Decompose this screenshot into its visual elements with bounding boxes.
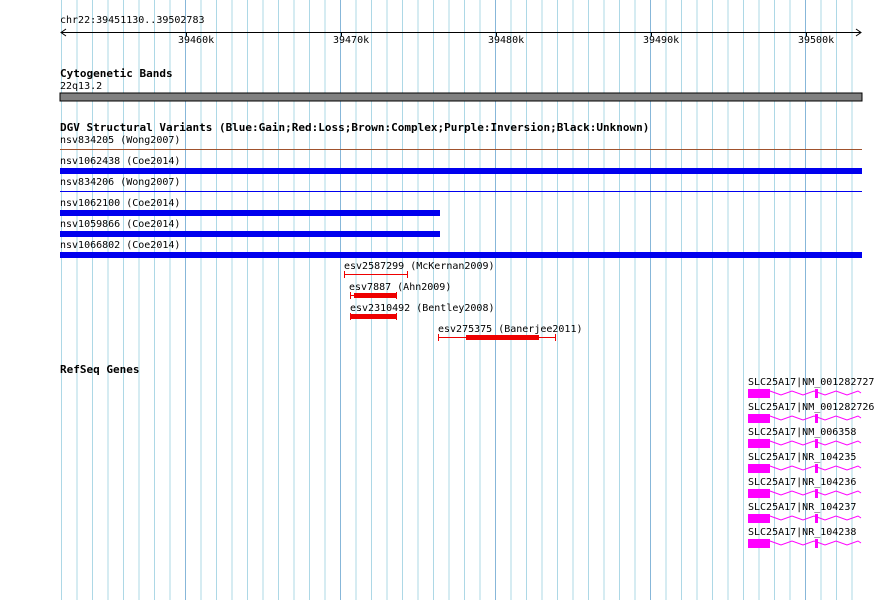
variant-bar-loss: [354, 293, 396, 298]
genome-browser-view: chr22:39451130..39502783 39460k 39470k 3…: [0, 0, 890, 600]
exon-block: [748, 539, 770, 548]
exon-block: [815, 414, 818, 423]
exon-block: [748, 389, 770, 398]
exon-block: [815, 439, 818, 448]
variant-bar-loss: [466, 335, 539, 340]
exon-block: [815, 514, 818, 523]
exon-block: [815, 389, 818, 398]
exon-block: [748, 489, 770, 498]
variant-bar-loss: [351, 314, 396, 319]
exon-block: [815, 539, 818, 548]
exon-block: [815, 464, 818, 473]
variant-bar-gain: [60, 252, 862, 258]
exon-block: [748, 439, 770, 448]
variant-bar-gain: [60, 168, 862, 174]
variant-bar-gain: [60, 210, 440, 216]
variant-bar-gain: [60, 231, 440, 237]
exon-block: [815, 489, 818, 498]
exon-block: [748, 464, 770, 473]
cytoband-bar: [59, 92, 863, 102]
feature-glyphs: [59, 92, 863, 548]
exon-block: [748, 414, 770, 423]
exon-block: [748, 514, 770, 523]
